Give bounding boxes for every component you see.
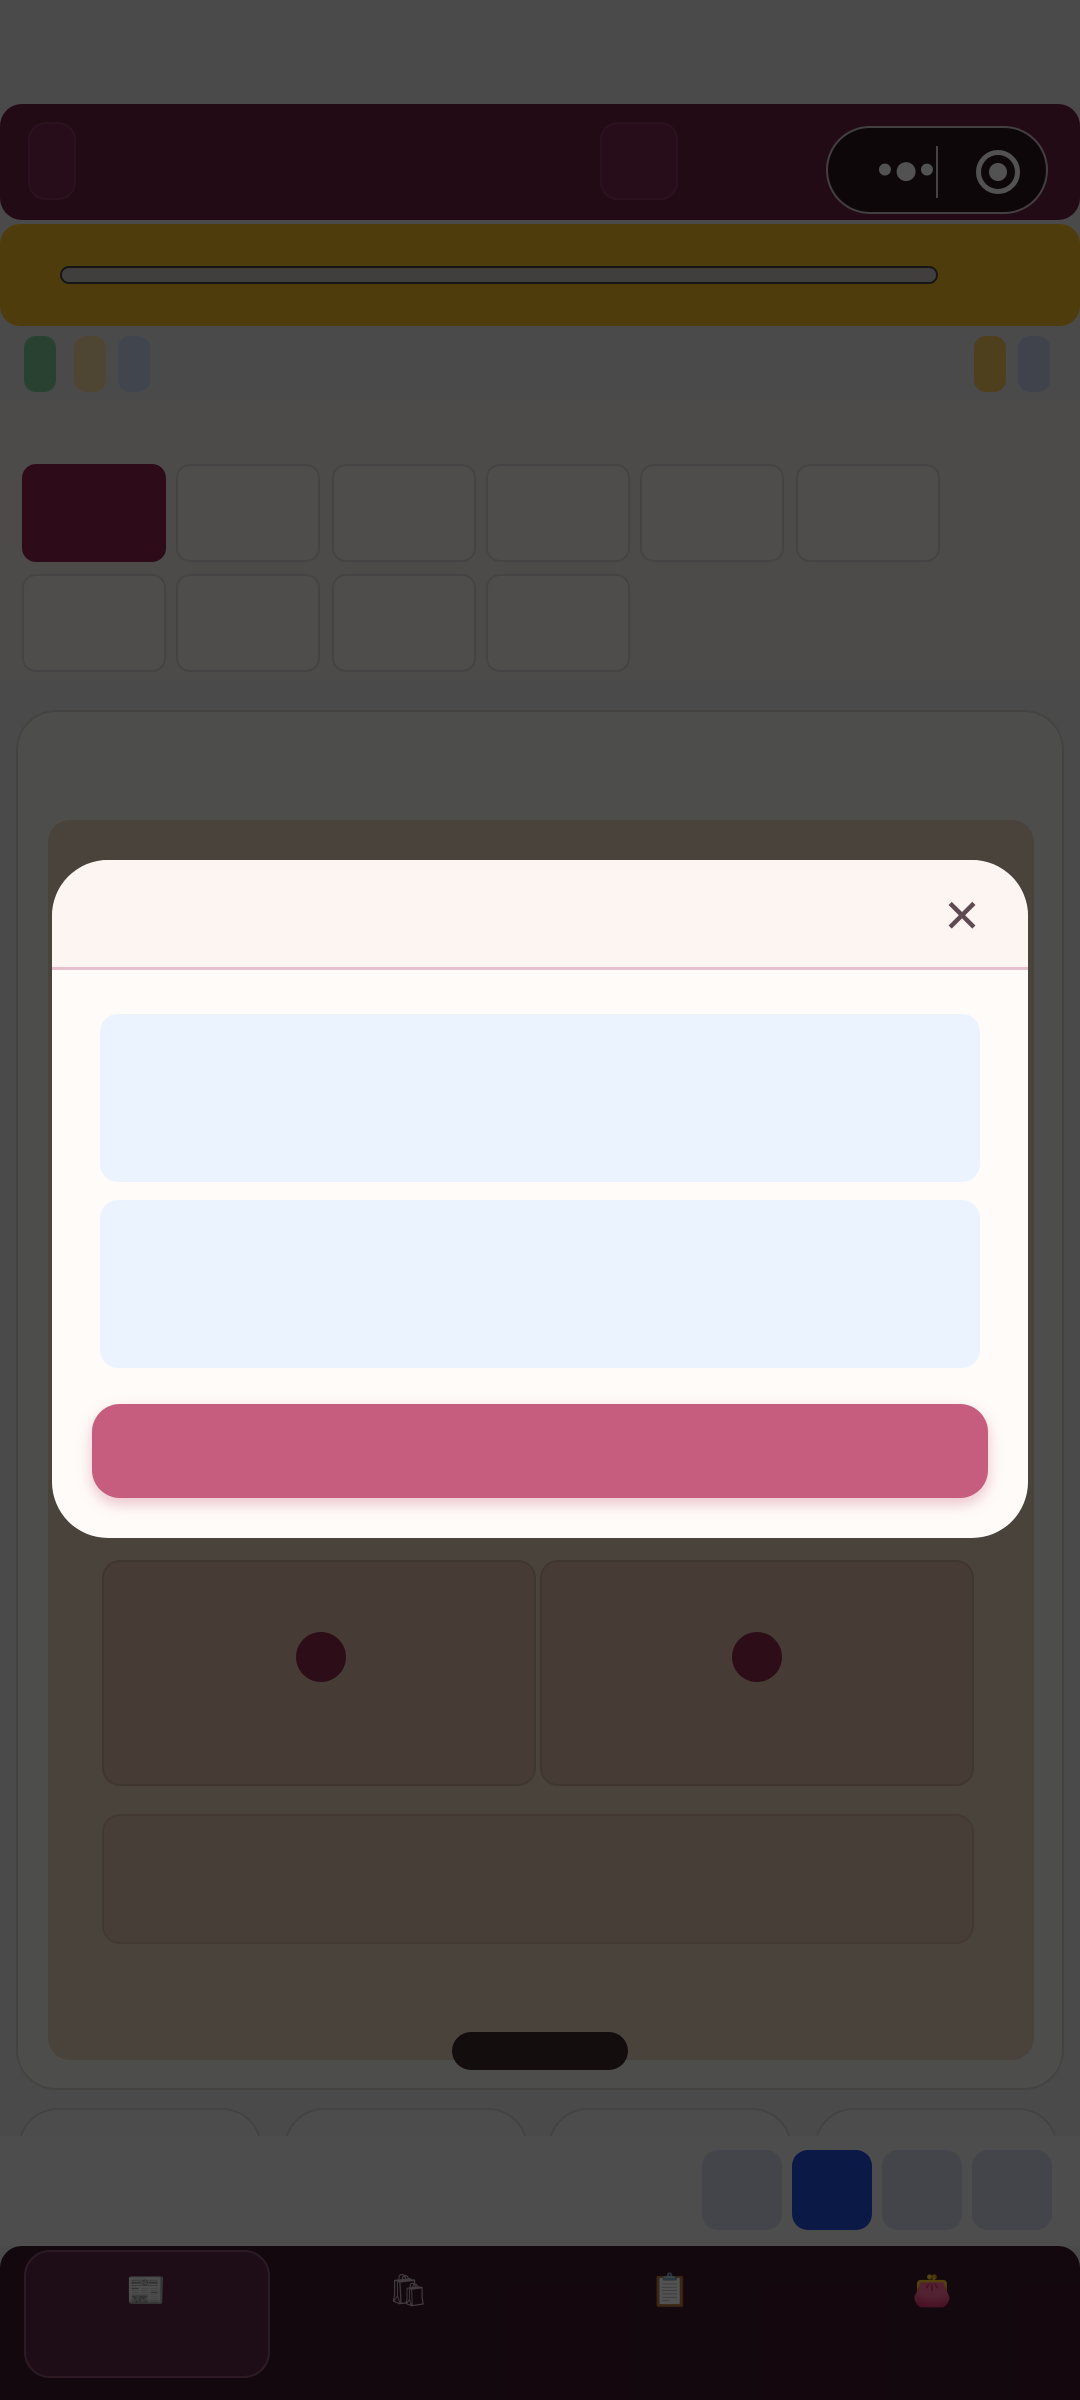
- input-field-1[interactable]: [100, 1014, 980, 1182]
- close-icon[interactable]: ✕: [938, 892, 986, 940]
- dialog-header: ✕: [52, 860, 1028, 970]
- confirm-button[interactable]: [92, 1404, 988, 1498]
- dialog: ✕: [52, 860, 1028, 1538]
- input-field-2[interactable]: [100, 1200, 980, 1368]
